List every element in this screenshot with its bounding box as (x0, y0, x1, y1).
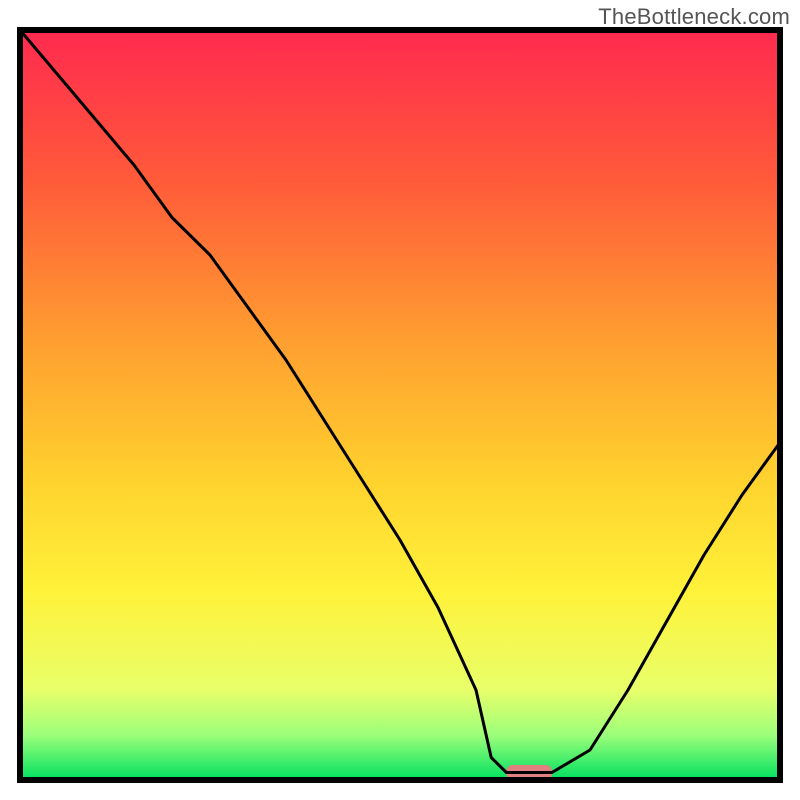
plot-area (20, 30, 780, 780)
bottleneck-chart: TheBottleneck.com (0, 0, 800, 800)
watermark-text: TheBottleneck.com (598, 4, 790, 30)
chart-svg (0, 0, 800, 800)
